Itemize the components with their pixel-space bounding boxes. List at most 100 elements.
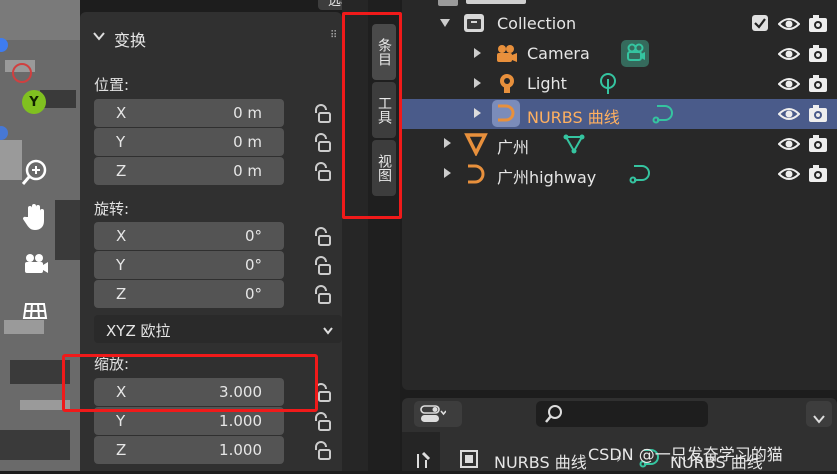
camera-view-icon[interactable] bbox=[18, 247, 52, 281]
gizmo-y-axis-icon[interactable]: Y bbox=[22, 90, 46, 114]
field-value: 0 m bbox=[233, 162, 262, 180]
editor-type-dropdown[interactable] bbox=[414, 401, 462, 427]
scale-z-field[interactable]: Z 1.000 bbox=[94, 436, 284, 464]
outliner-row-light[interactable]: Light bbox=[402, 69, 837, 99]
lock-location-y-icon[interactable] bbox=[310, 132, 332, 154]
rotation-z-field[interactable]: Z 0° bbox=[94, 280, 284, 308]
rotation-label: 旋转: bbox=[94, 200, 130, 218]
panel-title: 变换 bbox=[114, 31, 147, 50]
object-name[interactable]: NURBS 曲线 bbox=[494, 449, 587, 473]
outliner-row-collection[interactable]: Collection bbox=[402, 9, 837, 39]
render-camera-icon[interactable] bbox=[807, 44, 829, 64]
collection-icon bbox=[462, 12, 486, 34]
eye-icon[interactable] bbox=[777, 104, 801, 124]
outliner-item-name: 广州 bbox=[497, 138, 530, 157]
render-camera-icon[interactable] bbox=[807, 134, 829, 154]
lock-rotation-y-icon[interactable] bbox=[310, 255, 332, 277]
rotation-mode-select[interactable]: XYZ 欧拉 bbox=[94, 315, 342, 343]
eye-icon[interactable] bbox=[777, 44, 801, 64]
curve-object-icon bbox=[492, 100, 520, 127]
lock-location-x-icon[interactable] bbox=[310, 103, 332, 125]
outliner-row-guangzhou[interactable]: 广州 bbox=[402, 129, 837, 159]
scene-collection-row[interactable] bbox=[438, 0, 458, 6]
curve-data-icon[interactable] bbox=[651, 102, 677, 126]
field-value: 0 m bbox=[233, 133, 262, 151]
outliner-row-guangzhou-highway[interactable]: 广州highway bbox=[402, 159, 837, 189]
axis-label: Z bbox=[116, 162, 127, 180]
axis-label: Y bbox=[116, 256, 126, 274]
chevron-down-icon bbox=[322, 323, 334, 341]
gizmo-z-negative-icon[interactable] bbox=[0, 126, 8, 140]
curve-data-icon[interactable] bbox=[628, 162, 654, 186]
axis-label: Z bbox=[116, 285, 127, 303]
outliner: Collection Camera Light NURBS 曲线 广州 广州hi… bbox=[402, 0, 837, 390]
axis-label: Z bbox=[116, 441, 127, 459]
axis-label: Y bbox=[116, 412, 126, 430]
outliner-row-camera[interactable]: Camera bbox=[402, 39, 837, 69]
location-x-field[interactable]: X 0 m bbox=[94, 99, 284, 127]
rotation-y-field[interactable]: Y 0° bbox=[94, 251, 284, 279]
eye-icon[interactable] bbox=[777, 134, 801, 154]
tool-settings-icon[interactable] bbox=[414, 450, 434, 474]
outliner-item-name: NURBS 曲线 bbox=[527, 108, 620, 127]
toggle-icon bbox=[420, 405, 447, 427]
light-data-icon[interactable] bbox=[598, 72, 618, 96]
lock-scale-z-icon[interactable] bbox=[310, 440, 332, 462]
watermark: CSDN @一只发奋学习的猫 bbox=[588, 445, 783, 464]
mesh-data-icon[interactable] bbox=[562, 132, 586, 156]
expand-arrow-icon[interactable] bbox=[474, 48, 481, 58]
render-camera-icon[interactable] bbox=[807, 74, 829, 94]
lock-scale-y-icon[interactable] bbox=[310, 411, 332, 433]
expand-arrow-icon[interactable] bbox=[474, 108, 481, 118]
lock-rotation-z-icon[interactable] bbox=[310, 284, 332, 306]
transform-panel-header[interactable]: 变换 ⠿ bbox=[80, 12, 342, 62]
drag-handle-icon[interactable]: ⠿ bbox=[330, 30, 337, 41]
lock-rotation-x-icon[interactable] bbox=[310, 226, 332, 248]
rotation-x-field[interactable]: X 0° bbox=[94, 222, 284, 250]
expand-arrow-icon[interactable] bbox=[440, 19, 450, 27]
mesh-object-icon bbox=[464, 132, 488, 157]
outliner-item-name: 广州highway bbox=[497, 168, 597, 187]
field-value: 0° bbox=[244, 256, 262, 274]
location-y-field[interactable]: Y 0 m bbox=[94, 128, 284, 156]
light-object-icon bbox=[496, 72, 518, 96]
outliner-item-name: Camera bbox=[527, 44, 590, 63]
chevron-down-button[interactable] bbox=[806, 401, 832, 427]
pan-hand-icon[interactable] bbox=[18, 200, 52, 234]
field-value: 0° bbox=[244, 285, 262, 303]
outliner-row-nurbs[interactable]: NURBS 曲线 bbox=[402, 99, 837, 129]
camera-data-icon[interactable] bbox=[621, 40, 649, 67]
lock-location-z-icon[interactable] bbox=[310, 161, 332, 183]
object-square-icon bbox=[460, 450, 478, 468]
gizmo-x-negative-icon[interactable] bbox=[12, 63, 32, 83]
eye-icon[interactable] bbox=[777, 74, 801, 94]
gizmo-z-axis-icon[interactable] bbox=[0, 38, 8, 52]
highlight-box-tabs bbox=[342, 12, 402, 219]
axis-label: X bbox=[116, 104, 127, 122]
outliner-item-name: Collection bbox=[497, 14, 577, 33]
chevron-down-icon[interactable] bbox=[92, 28, 106, 42]
render-camera-icon[interactable] bbox=[807, 104, 829, 124]
field-value: 0 m bbox=[233, 104, 262, 122]
search-icon bbox=[544, 404, 564, 428]
outliner-item-name: Light bbox=[527, 74, 567, 93]
field-value: 1.000 bbox=[219, 441, 262, 459]
field-value: 1.000 bbox=[219, 412, 262, 430]
render-camera-icon[interactable] bbox=[807, 164, 829, 184]
expand-arrow-icon[interactable] bbox=[474, 78, 481, 88]
scene-collection-label bbox=[466, 0, 526, 4]
expand-arrow-icon[interactable] bbox=[444, 168, 451, 178]
search-input[interactable] bbox=[536, 401, 708, 427]
ortho-grid-icon[interactable] bbox=[18, 292, 52, 326]
exclude-checkbox[interactable] bbox=[752, 15, 768, 31]
location-label: 位置: bbox=[94, 76, 130, 94]
curve-object-icon bbox=[462, 162, 488, 186]
render-camera-icon[interactable] bbox=[807, 14, 829, 34]
eye-icon[interactable] bbox=[777, 164, 801, 184]
gizmo-y-label: Y bbox=[29, 94, 39, 110]
location-z-field[interactable]: Z 0 m bbox=[94, 157, 284, 185]
camera-object-icon bbox=[494, 43, 518, 65]
eye-icon[interactable] bbox=[777, 14, 801, 34]
expand-arrow-icon[interactable] bbox=[444, 138, 451, 148]
zoom-icon[interactable] bbox=[18, 155, 52, 189]
